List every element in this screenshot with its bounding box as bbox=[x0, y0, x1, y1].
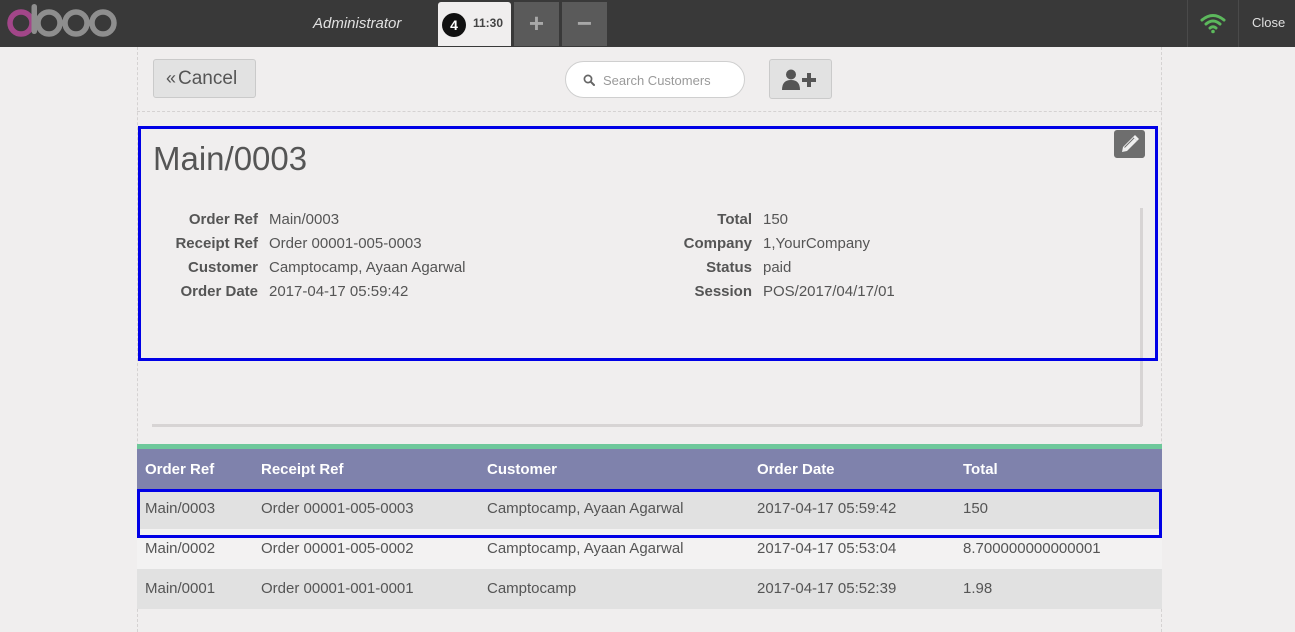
controls-divider bbox=[137, 111, 1162, 112]
search-box[interactable] bbox=[565, 61, 745, 98]
divider bbox=[1187, 0, 1188, 47]
column-receipt-ref: Receipt Ref bbox=[261, 461, 344, 478]
cancel-button[interactable]: «Cancel bbox=[153, 59, 256, 98]
search-icon bbox=[583, 74, 595, 86]
order-tab[interactable]: 4 11:30 bbox=[438, 2, 511, 46]
column-order-ref: Order Ref bbox=[145, 461, 215, 478]
wifi-icon bbox=[1200, 14, 1226, 34]
cell-order-ref: Main/0001 bbox=[145, 580, 216, 597]
order-details-highlight bbox=[138, 126, 1158, 361]
new-order-button[interactable]: + bbox=[514, 2, 559, 46]
table-row[interactable]: Main/0001 Order 00001-001-0001 Camptocam… bbox=[137, 569, 1162, 609]
table-header: Order Ref Receipt Ref Customer Order Dat… bbox=[137, 449, 1162, 489]
cell-order-date: 2017-04-17 05:52:39 bbox=[757, 580, 897, 597]
search-customers-input[interactable] bbox=[603, 71, 738, 89]
add-customer-button[interactable] bbox=[769, 59, 832, 99]
delete-order-button[interactable]: − bbox=[562, 2, 607, 46]
cell-receipt-ref: Order 00001-001-0001 bbox=[261, 580, 414, 597]
order-count-badge: 4 bbox=[442, 13, 466, 37]
column-customer: Customer bbox=[487, 461, 558, 478]
horizontal-scrollbar[interactable] bbox=[152, 424, 1142, 427]
odoo-logo bbox=[7, 4, 117, 37]
divider bbox=[1238, 0, 1239, 47]
cell-customer: Camptocamp bbox=[487, 580, 577, 597]
order-time: 11:30 bbox=[473, 16, 504, 30]
username[interactable]: Administrator bbox=[313, 15, 401, 32]
top-bar: Administrator 4 11:30 + − Close bbox=[0, 0, 1295, 47]
cancel-label: Cancel bbox=[178, 68, 238, 89]
double-chevron-left-icon: « bbox=[166, 68, 177, 88]
column-total: Total bbox=[963, 461, 998, 478]
column-order-date: Order Date bbox=[757, 461, 835, 478]
close-button[interactable]: Close bbox=[1252, 15, 1285, 30]
add-user-icon bbox=[782, 69, 816, 90]
cell-total: 1.98 bbox=[963, 580, 993, 597]
selected-row-highlight bbox=[137, 489, 1162, 538]
